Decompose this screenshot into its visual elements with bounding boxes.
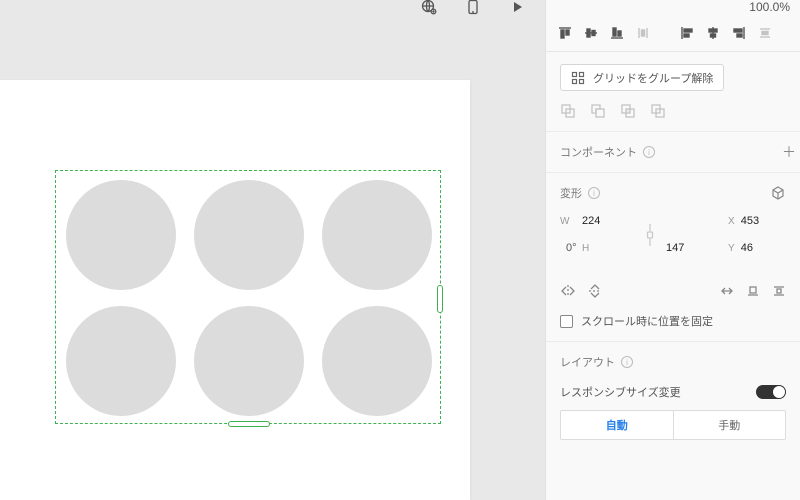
fix-scroll-row[interactable]: スクロール時に位置を固定 <box>560 313 786 329</box>
seg-manual-button[interactable]: 手動 <box>673 411 786 439</box>
repeat-grid-handle-bottom[interactable] <box>228 421 270 427</box>
align-left-icon[interactable] <box>676 22 698 44</box>
info-icon[interactable]: i <box>588 187 600 199</box>
align-top-icon[interactable] <box>554 22 576 44</box>
transform-label: 変形 <box>560 185 582 201</box>
repeat-grid-section: グリッドをグループ解除 <box>546 52 800 132</box>
component-label: コンポーネント <box>560 144 637 160</box>
align-row <box>546 14 800 52</box>
repeat-grid-handle-right[interactable] <box>437 285 443 313</box>
bool-subtract-icon <box>590 103 606 119</box>
add-component-icon[interactable]: ＋ <box>782 142 796 162</box>
repeat-grid-selection[interactable] <box>55 170 441 424</box>
inspector-panel: 100.0% グリッドをグループ解除 <box>545 0 800 500</box>
flip-row <box>560 283 786 299</box>
device-icon[interactable] <box>465 0 481 15</box>
component-section: コンポーネント i ＋ <box>546 132 800 173</box>
align-bottom-icon[interactable] <box>606 22 628 44</box>
boolean-ops-row <box>560 103 786 119</box>
y-input[interactable]: 46 <box>741 242 753 254</box>
height-input[interactable]: 147 <box>666 242 718 254</box>
app-root: 100.0% グリッドをグループ解除 <box>0 0 800 500</box>
resize-mode-segment: 自動 手動 <box>560 410 786 440</box>
option2-icon[interactable] <box>746 284 760 298</box>
rotation-value: 0° <box>566 242 577 254</box>
globe-add-icon[interactable] <box>421 0 437 15</box>
info-icon[interactable]: i <box>643 146 655 158</box>
align-right-icon[interactable] <box>728 22 750 44</box>
bool-union-icon <box>560 103 576 119</box>
width-input[interactable]: 224 <box>582 215 634 227</box>
align-hcenter-icon[interactable] <box>702 22 724 44</box>
checkbox-unchecked-icon[interactable] <box>560 315 573 328</box>
seg-auto-button[interactable]: 自動 <box>561 411 673 439</box>
rotation-input[interactable]: 0° <box>560 241 572 255</box>
play-icon[interactable] <box>509 0 525 15</box>
align-to-pixel-icon[interactable] <box>720 284 734 298</box>
distribute-v-icon <box>632 22 654 44</box>
layout-section: レイアウト i レスポンシブサイズ変更 自動 手動 <box>546 342 800 452</box>
ungroup-grid-button[interactable]: グリッドをグループ解除 <box>560 64 724 91</box>
responsive-label: レスポンシブサイズ変更 <box>560 384 681 400</box>
lock-aspect-icon[interactable] <box>644 222 656 248</box>
canvas-area[interactable] <box>0 0 545 500</box>
flip-vertical-icon[interactable] <box>588 283 602 299</box>
layout-label: レイアウト <box>560 354 615 370</box>
flip-horizontal-icon[interactable] <box>560 284 576 298</box>
zoom-value[interactable]: 100.0% <box>749 0 790 14</box>
top-toolbar <box>421 0 545 14</box>
ungroup-grid-label: グリッドをグループ解除 <box>593 70 713 86</box>
distribute-h-icon <box>754 22 776 44</box>
x-label: X <box>728 216 735 227</box>
zoom-row: 100.0% <box>546 0 800 14</box>
info-icon[interactable]: i <box>621 356 633 368</box>
y-label: Y <box>728 243 735 254</box>
align-vcenter-icon[interactable] <box>580 22 602 44</box>
responsive-toggle[interactable] <box>756 385 786 399</box>
h-label: H <box>582 243 634 254</box>
cube-3d-icon[interactable] <box>770 185 786 201</box>
option3-icon[interactable] <box>772 284 786 298</box>
bool-intersect-icon <box>620 103 636 119</box>
w-label: W <box>560 216 572 227</box>
transform-section: 変形 i W 224 X 453 0° H <box>546 173 800 342</box>
bool-exclude-icon <box>650 103 666 119</box>
fix-scroll-label: スクロール時に位置を固定 <box>581 313 713 329</box>
x-input[interactable]: 453 <box>741 215 759 227</box>
